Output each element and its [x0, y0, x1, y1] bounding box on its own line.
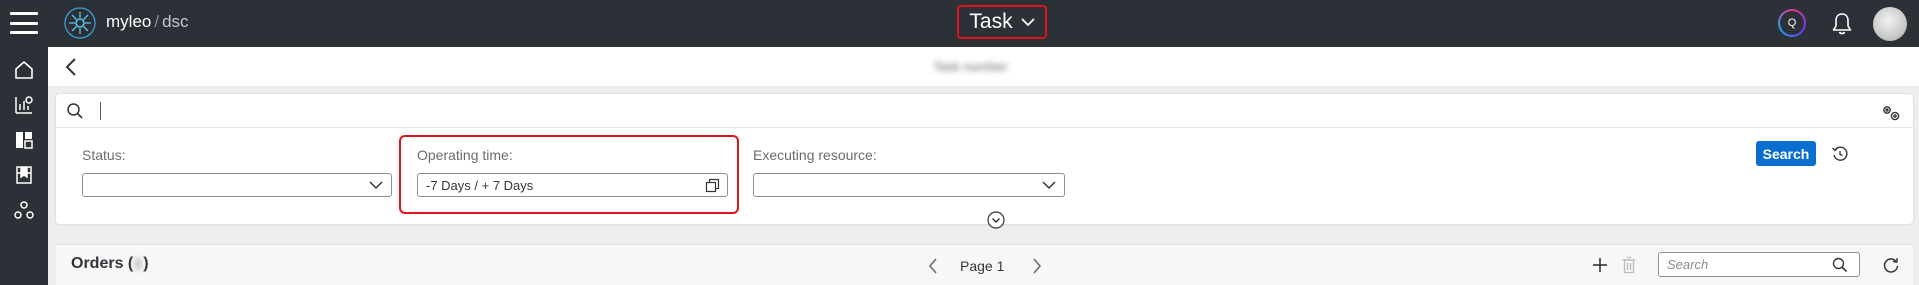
operating-time-label: Operating time: — [417, 147, 513, 163]
search-bar — [56, 94, 1913, 128]
expand-icon[interactable] — [987, 211, 1005, 229]
back-icon[interactable] — [62, 57, 80, 77]
chevron-down-icon — [369, 181, 383, 190]
search-button[interactable]: Search — [1756, 141, 1816, 166]
avatar[interactable] — [1873, 7, 1907, 41]
orders-count — [134, 257, 143, 270]
bell-icon[interactable] — [1829, 11, 1855, 37]
nav-analytics[interactable] — [0, 87, 48, 123]
home-icon — [15, 61, 33, 79]
orders-search-input[interactable] — [1658, 252, 1860, 277]
add-icon[interactable] — [1591, 256, 1609, 274]
analytics-icon — [15, 96, 33, 114]
chevron-down-icon — [1042, 181, 1056, 190]
inventory-icon — [16, 166, 32, 184]
status-select[interactable] — [82, 173, 392, 197]
app-switcher-button[interactable]: Task — [957, 5, 1047, 39]
logo-icon[interactable] — [63, 6, 97, 40]
status-label: Status: — [82, 147, 126, 163]
menu-icon[interactable] — [10, 10, 38, 36]
global-search-input[interactable] — [101, 94, 1891, 128]
sub-header: Task number — [48, 47, 1919, 87]
nav-inventory[interactable] — [0, 157, 48, 193]
reset-icon[interactable] — [1831, 145, 1849, 163]
chevron-left-icon[interactable] — [927, 257, 939, 275]
brand-separator: / — [154, 12, 160, 31]
nav-dashboard[interactable] — [0, 122, 48, 158]
brand-title: myleo / dsc — [106, 12, 189, 32]
nav-resources[interactable] — [0, 192, 48, 228]
brand-subtitle: dsc — [162, 12, 189, 31]
page-indicator: Page 1 — [960, 258, 1005, 274]
orders-title: Orders () — [71, 255, 149, 273]
app-switcher-label: Task — [969, 10, 1013, 33]
trash-icon[interactable] — [1621, 256, 1637, 274]
orders-toolbar: Orders () Page 1 — [56, 244, 1913, 285]
resources-icon — [14, 201, 34, 219]
operating-time-value: -7 Days / + 7 Days — [426, 177, 534, 193]
chevron-right-icon[interactable] — [1031, 257, 1043, 275]
assistant-badge: Q — [1780, 11, 1804, 35]
operating-time-picker[interactable]: -7 Days / + 7 Days — [417, 173, 728, 197]
refresh-icon[interactable] — [1882, 256, 1900, 274]
side-nav — [0, 47, 48, 285]
orders-title-suffix: ) — [143, 255, 149, 272]
brand-name: myleo — [106, 12, 152, 31]
copy-icon[interactable] — [705, 178, 720, 193]
chevron-down-icon — [1020, 18, 1035, 27]
top-bar: myleo / dsc Task Q — [0, 0, 1919, 47]
dashboard-icon — [16, 132, 33, 149]
search-icon — [67, 103, 83, 119]
orders-title-prefix: Orders ( — [71, 255, 134, 272]
page-title: Task number — [933, 59, 1008, 74]
nav-home[interactable] — [0, 52, 48, 88]
executing-resource-select[interactable] — [753, 173, 1065, 197]
assistant-icon[interactable]: Q — [1778, 9, 1806, 37]
search-icon[interactable] — [1832, 257, 1848, 273]
executing-resource-label: Executing resource: — [753, 147, 877, 163]
settings-icon[interactable] — [1881, 104, 1901, 122]
filter-panel: Status: Operating time: -7 Days / + 7 Da… — [56, 94, 1913, 229]
